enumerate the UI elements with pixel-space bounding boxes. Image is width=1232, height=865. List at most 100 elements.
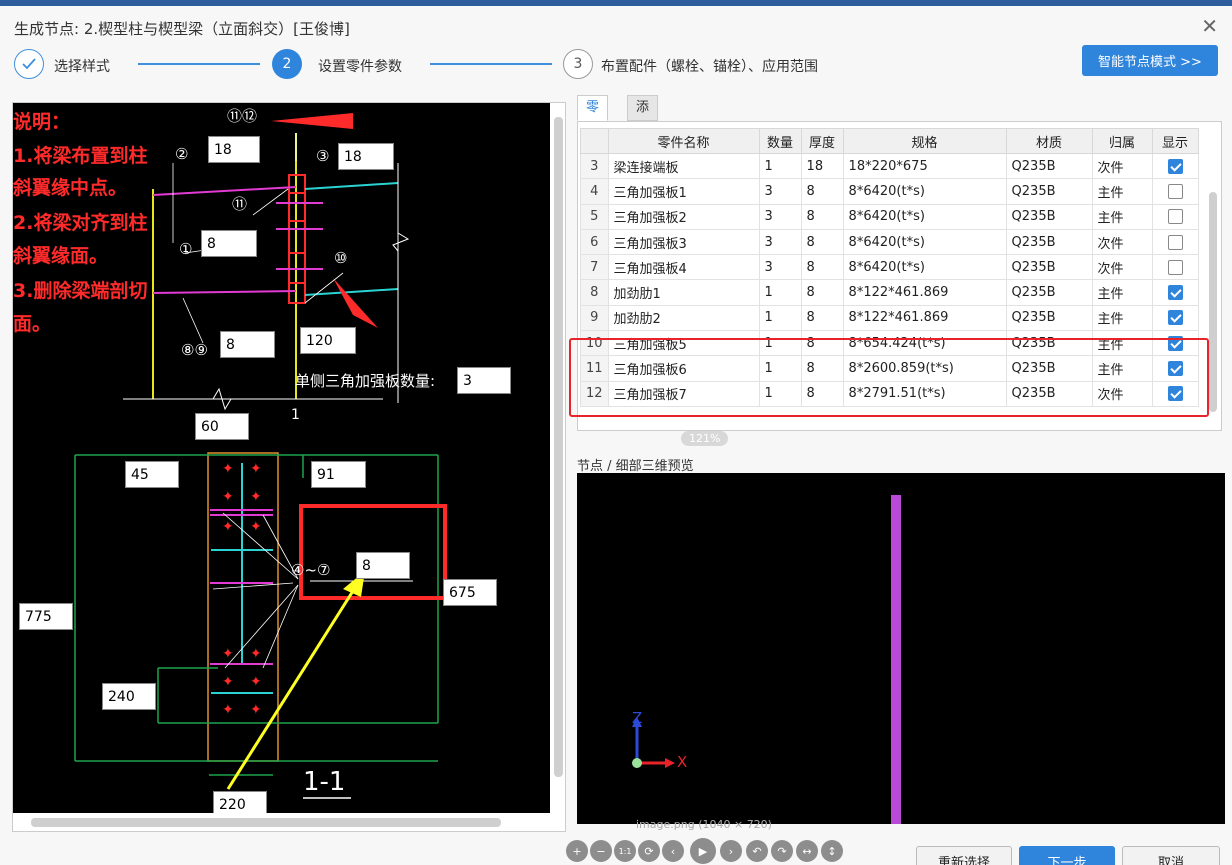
cell-qty[interactable]: 3 <box>758 254 802 281</box>
table-row[interactable]: 4 三角加强板1 3 8 8*6420(t*s) Q235B 主件 <box>580 178 1199 205</box>
cell-spec[interactable]: 8*122*461.869 <box>842 304 1007 332</box>
smart-node-mode-button[interactable]: 智能节点模式 >> <box>1082 45 1218 76</box>
play-icon[interactable]: ▶ <box>690 838 716 864</box>
show-checkbox[interactable] <box>1167 234 1183 250</box>
col-header-owner[interactable]: 归属 <box>1091 128 1153 154</box>
row-number[interactable]: 7 <box>580 254 609 281</box>
cell-material[interactable]: Q235B <box>1005 304 1093 332</box>
row-number[interactable]: 4 <box>580 178 609 205</box>
cell-material[interactable]: Q235B <box>1005 228 1093 256</box>
cell-thickness[interactable]: 18 <box>800 152 844 180</box>
cell-part-name[interactable]: 加劲肋2 <box>607 304 760 332</box>
cell-part-name[interactable]: 三角加强板4 <box>607 254 760 281</box>
show-checkbox[interactable] <box>1167 183 1183 199</box>
cell-spec[interactable]: 8*6420(t*s) <box>842 178 1007 205</box>
cell-owner[interactable]: 主件 <box>1091 304 1153 332</box>
show-checkbox[interactable] <box>1167 209 1183 225</box>
cell-qty[interactable]: 3 <box>758 228 802 256</box>
drawing-horizontal-scrollbar[interactable] <box>31 818 501 827</box>
rotate-right-icon[interactable]: ↷ <box>771 840 793 862</box>
row-number[interactable]: 9 <box>580 304 609 332</box>
cell-owner[interactable]: 次件 <box>1091 152 1153 180</box>
table-scrollbar[interactable] <box>1209 192 1217 412</box>
zoom-in-icon[interactable]: + <box>566 840 588 862</box>
actual-size-icon[interactable]: 1:1 <box>614 840 636 862</box>
table-row[interactable]: 3 梁连接端板 1 18 18*220*675 Q235B 次件 <box>580 152 1199 180</box>
cell-owner[interactable]: 主件 <box>1091 178 1153 205</box>
cell-spec[interactable]: 18*220*675 <box>842 152 1007 180</box>
show-checkbox[interactable] <box>1167 158 1183 174</box>
cell-spec[interactable]: 8*6420(t*s) <box>842 228 1007 256</box>
col-header-qty[interactable]: 数量 <box>758 128 802 154</box>
web-thickness-input[interactable]: 8 <box>201 230 257 257</box>
step-3-label[interactable]: 布置配件（螺栓、锚栓）、应用范围 <box>601 56 818 76</box>
step-2-label[interactable]: 设置零件参数 <box>318 56 402 76</box>
width-60-input[interactable]: 60 <box>195 413 249 440</box>
cell-qty[interactable]: 3 <box>758 178 802 205</box>
width-45-input[interactable]: 45 <box>125 461 179 488</box>
table-row[interactable]: 8 加劲肋1 1 8 8*122*461.869 Q235B 主件 <box>580 279 1199 306</box>
cell-owner[interactable]: 主件 <box>1091 279 1153 306</box>
triangle-count-input[interactable]: 3 <box>457 367 511 394</box>
table-row[interactable]: 7 三角加强板4 3 8 8*6420(t*s) Q235B 次件 <box>580 254 1199 281</box>
cell-part-name[interactable]: 梁连接端板 <box>607 152 760 180</box>
cell-spec[interactable]: 8*122*461.869 <box>842 279 1007 306</box>
cell-thickness[interactable]: 8 <box>800 203 844 230</box>
cell-part-name[interactable]: 三角加强板1 <box>607 178 760 205</box>
show-checkbox[interactable] <box>1167 285 1183 301</box>
stiffener-thickness-input[interactable]: 8 <box>356 552 410 579</box>
next-icon[interactable]: › <box>720 840 742 862</box>
height-775-input[interactable]: 775 <box>19 603 73 630</box>
height-240-input[interactable]: 240 <box>102 683 156 710</box>
show-checkbox[interactable] <box>1167 310 1183 326</box>
cell-thickness[interactable]: 8 <box>800 178 844 205</box>
cell-part-name[interactable]: 三角加强板2 <box>607 203 760 230</box>
cell-spec[interactable]: 8*6420(t*s) <box>842 203 1007 230</box>
next-step-button[interactable]: 下一步 <box>1019 846 1115 865</box>
table-row[interactable]: 9 加劲肋2 1 8 8*122*461.869 Q235B 主件 <box>580 304 1199 332</box>
cancel-button[interactable]: 取消 <box>1122 846 1220 865</box>
cell-owner[interactable]: 次件 <box>1091 228 1153 256</box>
flip-horizontal-icon[interactable]: ↔ <box>796 840 818 862</box>
cell-material[interactable]: Q235B <box>1005 279 1093 306</box>
top-left-thickness-input[interactable]: 18 <box>208 136 260 163</box>
col-header-material[interactable]: 材质 <box>1005 128 1093 154</box>
cell-thickness[interactable]: 8 <box>800 279 844 306</box>
step-2-circle[interactable]: 2 <box>272 49 302 79</box>
width-220-input[interactable]: 220 <box>213 791 267 813</box>
top-right-thickness-input[interactable]: 18 <box>338 143 394 170</box>
row-number[interactable]: 5 <box>580 203 609 230</box>
close-icon[interactable]: ✕ <box>1201 16 1218 36</box>
refresh-icon[interactable]: ⟳ <box>638 840 660 862</box>
col-header-thickness[interactable]: 厚度 <box>800 128 844 154</box>
height-675-input[interactable]: 675 <box>443 579 497 606</box>
tab-parts[interactable]: 零件 <box>577 95 609 139</box>
width-120-input[interactable]: 120 <box>300 327 356 354</box>
step-1-label[interactable]: 选择样式 <box>54 56 110 76</box>
cell-owner[interactable]: 主件 <box>1091 203 1153 230</box>
cell-part-name[interactable]: 加劲肋1 <box>607 279 760 306</box>
cell-material[interactable]: Q235B <box>1005 203 1093 230</box>
zoom-out-icon[interactable]: − <box>590 840 612 862</box>
cell-qty[interactable]: 1 <box>758 152 802 180</box>
plate-8-9-thickness-input[interactable]: 8 <box>220 331 275 358</box>
3d-preview-viewport[interactable]: Z X <box>577 473 1225 824</box>
cell-spec[interactable]: 8*6420(t*s) <box>842 254 1007 281</box>
col-header-spec[interactable]: 规格 <box>842 128 1007 154</box>
cell-part-name[interactable]: 三角加强板3 <box>607 228 760 256</box>
step-3-circle[interactable]: 3 <box>563 49 593 79</box>
width-91-input[interactable]: 91 <box>311 461 366 488</box>
drawing-vertical-scrollbar[interactable] <box>554 117 563 777</box>
row-number[interactable]: 6 <box>580 228 609 256</box>
cell-qty[interactable]: 3 <box>758 203 802 230</box>
cell-thickness[interactable]: 8 <box>800 254 844 281</box>
cell-material[interactable]: Q235B <box>1005 178 1093 205</box>
cell-thickness[interactable]: 8 <box>800 304 844 332</box>
step-1-check-icon[interactable] <box>14 49 44 79</box>
show-checkbox[interactable] <box>1167 259 1183 275</box>
flip-vertical-icon[interactable]: ↕ <box>821 840 843 862</box>
cell-owner[interactable]: 次件 <box>1091 254 1153 281</box>
table-row[interactable]: 6 三角加强板3 3 8 8*6420(t*s) Q235B 次件 <box>580 228 1199 256</box>
previous-icon[interactable]: ‹ <box>662 840 684 862</box>
cell-thickness[interactable]: 8 <box>800 228 844 256</box>
